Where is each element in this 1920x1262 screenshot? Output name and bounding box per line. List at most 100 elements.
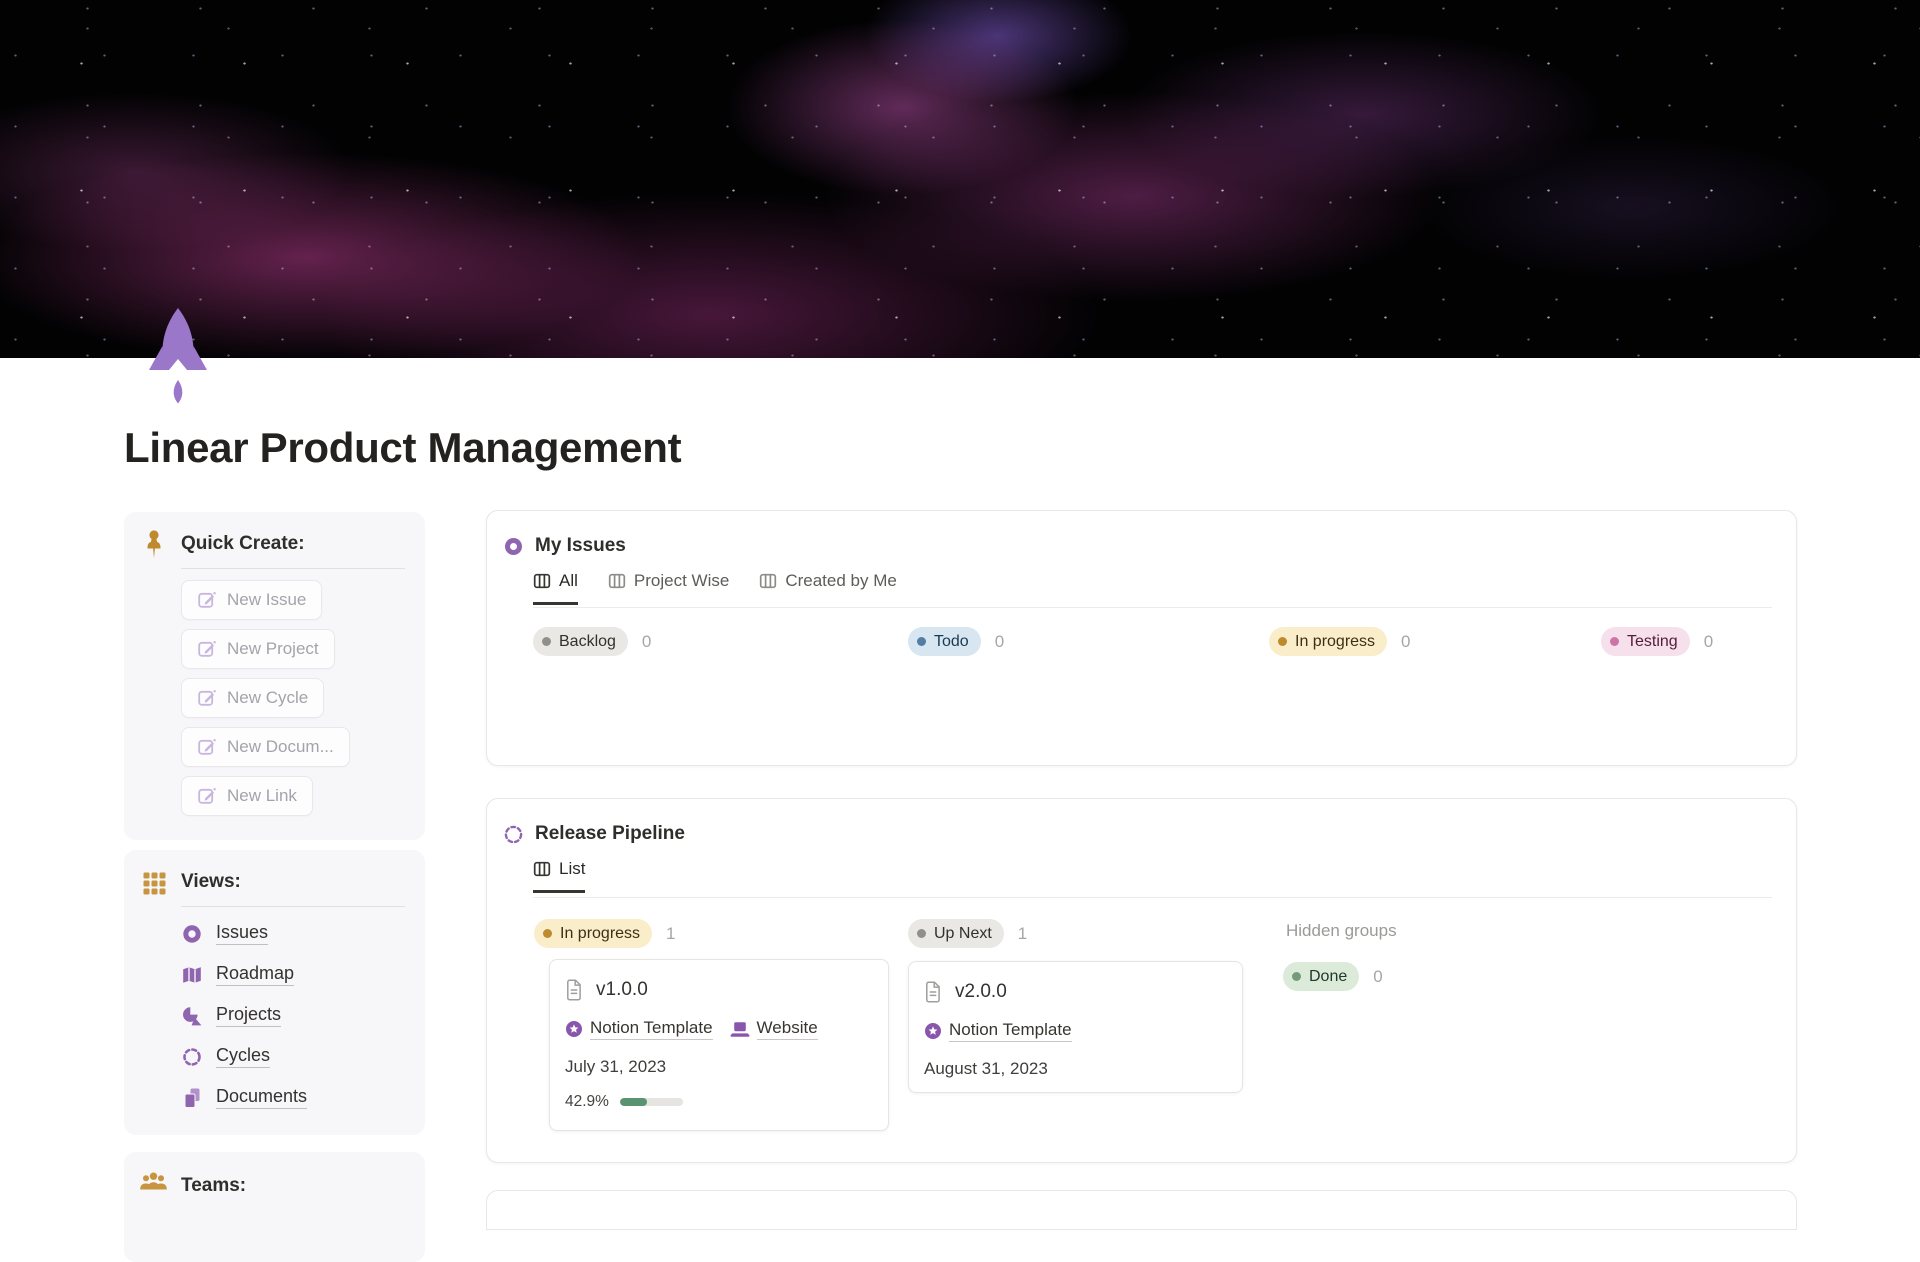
board-view-icon bbox=[608, 572, 626, 590]
collection-title: My Issues bbox=[535, 535, 626, 556]
website-link[interactable]: Website bbox=[730, 1018, 818, 1040]
documents-pages-icon bbox=[181, 1087, 203, 1109]
group-pill-backlog[interactable]: Backlog bbox=[533, 627, 628, 656]
release-card-v2[interactable]: v2.0.0 Notion Template August 31, 2023 bbox=[908, 961, 1243, 1093]
tab-created-by-me[interactable]: Created by Me bbox=[759, 571, 897, 605]
group-count: 0 bbox=[1401, 631, 1411, 651]
release-card-title: v1.0.0 bbox=[596, 979, 648, 1000]
new-project-button[interactable]: New Project bbox=[181, 629, 335, 669]
notion-template-link[interactable]: Notion Template bbox=[565, 1018, 713, 1040]
page-icon bbox=[924, 981, 942, 1003]
button-label: New Cycle bbox=[227, 688, 309, 707]
new-link-button[interactable]: New Link bbox=[181, 776, 313, 816]
my-issues-card: My Issues All Project Wise Created by Me… bbox=[486, 510, 1797, 766]
view-tabs: All Project Wise Created by Me bbox=[533, 571, 897, 605]
divider bbox=[533, 897, 1772, 898]
status-dot-icon bbox=[1292, 972, 1301, 981]
views-card: Views: Issues Roadmap Projects Cycles Do… bbox=[124, 850, 425, 1135]
sidebar-item-roadmap[interactable]: Roadmap bbox=[181, 963, 307, 986]
views-heading: Views: bbox=[181, 871, 241, 892]
group-column-done: Done 0 bbox=[1283, 962, 1383, 991]
view-link-label: Roadmap bbox=[216, 963, 295, 986]
status-dot-icon bbox=[542, 637, 551, 646]
new-issue-button[interactable]: New Issue bbox=[181, 580, 323, 620]
status-dot-icon bbox=[917, 637, 926, 646]
teams-card: Teams: bbox=[124, 1152, 425, 1262]
progress-bar bbox=[619, 1098, 683, 1106]
group-label: In progress bbox=[560, 924, 641, 942]
button-label: New Project bbox=[227, 639, 319, 658]
view-link-label: Cycles bbox=[216, 1045, 271, 1068]
board-view-icon bbox=[533, 860, 551, 878]
donut-icon bbox=[503, 536, 524, 557]
progress-bar-fill bbox=[619, 1098, 647, 1106]
page-title[interactable]: Linear Product Management bbox=[124, 424, 682, 472]
group-count: 0 bbox=[641, 631, 652, 651]
group-count: 0 bbox=[994, 631, 1005, 651]
quick-create-card: Quick Create: New Issue New Project New … bbox=[124, 512, 425, 840]
teams-heading: Teams: bbox=[181, 1175, 247, 1196]
group-column-in-progress: In progress 0 bbox=[1269, 627, 1411, 656]
collection-title: Release Pipeline bbox=[535, 823, 685, 844]
pushpin-icon bbox=[141, 529, 167, 559]
progress-percent: 42.9% bbox=[565, 1093, 609, 1110]
group-pill-testing[interactable]: Testing bbox=[1601, 627, 1690, 656]
compose-icon bbox=[197, 786, 217, 806]
group-label: Backlog bbox=[559, 632, 616, 650]
group-count: 0 bbox=[1373, 966, 1383, 986]
laptop-icon bbox=[730, 1021, 750, 1037]
rocket-icon[interactable] bbox=[146, 306, 210, 412]
view-link-label: Issues bbox=[216, 922, 269, 945]
group-column-up-next: Up Next 1 bbox=[908, 919, 1027, 948]
sidebar-item-issues[interactable]: Issues bbox=[181, 922, 307, 945]
next-section-card bbox=[486, 1190, 1797, 1230]
page-icon bbox=[565, 979, 583, 1001]
group-column-backlog: Backlog 0 bbox=[533, 627, 651, 656]
group-pill-in-progress[interactable]: In progress bbox=[534, 919, 653, 948]
sidebar-item-documents[interactable]: Documents bbox=[181, 1086, 308, 1109]
group-count: 1 bbox=[1017, 923, 1028, 943]
tab-label: All bbox=[559, 571, 578, 590]
tab-label: Project Wise bbox=[633, 571, 730, 590]
projects-shapes-icon bbox=[181, 1005, 203, 1027]
sidebar-item-cycles[interactable]: Cycles bbox=[181, 1045, 307, 1068]
new-document-button[interactable]: New Docum... bbox=[181, 727, 350, 767]
tab-label: List bbox=[559, 859, 586, 878]
view-link-label: Projects bbox=[216, 1004, 282, 1027]
tab-list[interactable]: List bbox=[533, 859, 586, 893]
release-date: August 31, 2023 bbox=[924, 1059, 1048, 1078]
view-link-label: Documents bbox=[216, 1086, 308, 1109]
group-pill-in-progress[interactable]: In progress bbox=[1269, 627, 1388, 656]
new-cycle-button[interactable]: New Cycle bbox=[181, 678, 325, 718]
people-icon bbox=[139, 1170, 168, 1193]
view-tabs: List bbox=[533, 859, 586, 893]
hidden-groups-label[interactable]: Hidden groups bbox=[1286, 921, 1397, 941]
cycles-dashed-circle-icon bbox=[181, 1046, 203, 1068]
group-pill-done[interactable]: Done bbox=[1283, 962, 1360, 991]
sidebar-item-projects[interactable]: Projects bbox=[181, 1004, 307, 1027]
group-pill-todo[interactable]: Todo bbox=[908, 627, 981, 656]
status-dot-icon bbox=[543, 929, 552, 938]
group-column-todo: Todo 0 bbox=[908, 627, 1004, 656]
views-list: Issues Roadmap Projects Cycles Documents bbox=[181, 922, 308, 1127]
status-dot-icon bbox=[1610, 637, 1619, 646]
notion-template-link[interactable]: Notion Template bbox=[924, 1020, 1072, 1042]
group-pill-up-next[interactable]: Up Next bbox=[908, 919, 1004, 948]
group-count: 1 bbox=[666, 923, 676, 943]
quick-create-buttons: New Issue New Project New Cycle New Docu… bbox=[181, 580, 350, 825]
issues-donut-icon bbox=[181, 923, 203, 945]
group-label: Todo bbox=[934, 632, 969, 650]
compose-icon bbox=[197, 737, 217, 757]
compose-icon bbox=[197, 688, 217, 708]
progress-row: 42.9% bbox=[565, 1093, 873, 1111]
group-label: Done bbox=[1309, 967, 1348, 985]
divider bbox=[181, 906, 405, 907]
tab-all[interactable]: All bbox=[533, 571, 578, 605]
release-card-v1[interactable]: v1.0.0 Notion Template Website July 31, … bbox=[549, 959, 889, 1131]
cover-image bbox=[0, 0, 1920, 358]
group-label: Up Next bbox=[934, 924, 992, 942]
release-card-title: v2.0.0 bbox=[955, 981, 1007, 1002]
link-label: Notion Template bbox=[590, 1018, 713, 1040]
tab-project-wise[interactable]: Project Wise bbox=[608, 571, 729, 605]
group-label: In progress bbox=[1295, 632, 1376, 650]
